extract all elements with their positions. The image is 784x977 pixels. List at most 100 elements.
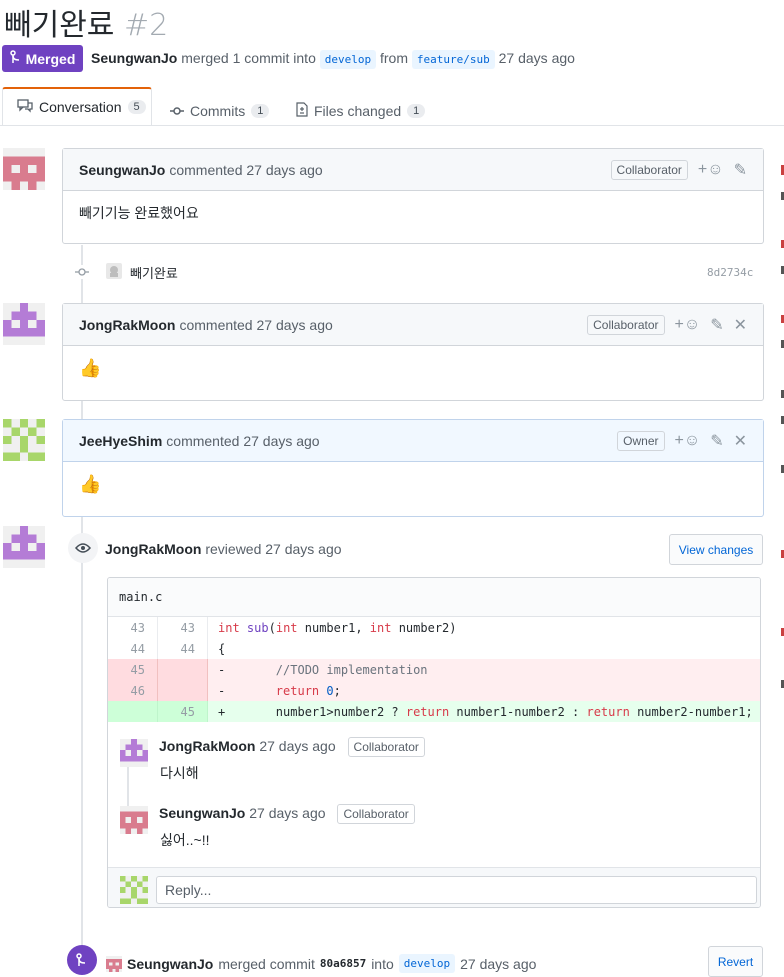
diff-table: 43 43 int sub(int number1, int number2) … <box>108 617 760 722</box>
file-name[interactable]: main.c <box>119 590 162 604</box>
thread-line <box>127 765 129 810</box>
merge-icon <box>67 945 97 975</box>
add-reaction-icon[interactable]: +☺ <box>675 432 701 450</box>
merge-text: merged commit <box>218 955 315 972</box>
pr-number: #2 <box>123 8 169 43</box>
comment-body: 👍 <box>79 474 102 494</box>
review-replies: JongRakMoon 27 days ago Collaborator 다시해… <box>108 722 760 867</box>
new-line-number[interactable]: 45 <box>158 701 208 722</box>
comment-author[interactable]: JongRakMoon <box>79 317 175 333</box>
edit-icon[interactable]: ✎ <box>710 431 723 451</box>
comment-author[interactable]: JeeHyeShim <box>79 433 162 449</box>
comment-meta: commented 27 days ago <box>179 316 333 333</box>
edit-icon[interactable]: ✎ <box>710 315 723 335</box>
diff-row: 44 44 { <box>108 638 760 659</box>
comment-header: JongRakMoon commented 27 days ago Collab… <box>63 304 763 346</box>
close-icon[interactable]: ✕ <box>734 315 747 335</box>
avatar-jongrakmoon[interactable] <box>3 526 45 571</box>
merge-icon <box>9 50 22 67</box>
avatar-seungwanjo[interactable] <box>3 148 45 193</box>
pr-time: 27 days ago <box>498 50 575 66</box>
role-badge: Owner <box>617 430 665 451</box>
merge-event: SeungwanJo merged commit 80a6857 into de… <box>106 954 536 973</box>
tab-label: Commits <box>190 103 246 119</box>
old-line-number[interactable]: 46 <box>108 680 158 701</box>
comment-2: JongRakMoon commented 27 days ago Collab… <box>62 303 764 401</box>
tab-label: Files changed <box>314 103 402 119</box>
reply-meta: 27 days ago <box>259 738 336 754</box>
diff-code: - //TODO implementation <box>218 662 428 677</box>
diff-code: - return 0; <box>218 683 341 698</box>
add-reaction-icon[interactable]: +☺ <box>675 316 701 334</box>
avatar-jongrakmoon[interactable] <box>3 303 45 348</box>
comment-body: 빼기기능 완료했어요 <box>79 205 199 221</box>
avatar-jongrakmoon[interactable] <box>120 739 148 770</box>
new-line-number[interactable] <box>158 659 208 680</box>
file-diff-icon <box>296 102 308 120</box>
edit-icon[interactable]: ✎ <box>734 160 747 180</box>
pr-author-link[interactable]: SeungwanJo <box>91 50 177 66</box>
new-line-number[interactable] <box>158 680 208 701</box>
revert-button[interactable]: Revert <box>708 946 763 977</box>
role-badge: Collaborator <box>337 804 415 824</box>
status-badge: Merged <box>2 45 83 72</box>
new-line-number[interactable]: 43 <box>158 617 208 638</box>
comment-meta: commented 27 days ago <box>166 432 320 449</box>
reply-input[interactable]: Reply... <box>156 876 757 904</box>
commit-sha[interactable]: 8d2734c <box>707 266 753 279</box>
into-text: into <box>371 955 394 972</box>
review-author[interactable]: JongRakMoon <box>105 541 201 557</box>
diff-code: int sub(int number1, int number2) <box>218 620 457 635</box>
close-icon[interactable]: ✕ <box>734 431 747 451</box>
reply-header: JongRakMoon 27 days ago Collaborator <box>159 737 425 757</box>
reply-body: 다시해 <box>160 765 199 781</box>
merge-branch[interactable]: develop <box>398 954 456 973</box>
base-branch[interactable]: develop <box>319 50 377 69</box>
comment-3: JeeHyeShim commented 27 days ago Owner +… <box>62 419 764 517</box>
from-text: from <box>380 50 408 66</box>
status-label: Merged <box>25 50 76 67</box>
old-line-number[interactable]: 45 <box>108 659 158 680</box>
diff-row-added: 45 + number1>number2 ? return number1-nu… <box>108 701 760 722</box>
diff-code: + number1>number2 ? return number1-numbe… <box>218 704 753 719</box>
pr-title: 빼기완료 <box>4 8 115 43</box>
old-line-number[interactable] <box>108 701 158 722</box>
page-title: 빼기완료 #2 <box>4 0 168 44</box>
diff-row: 43 43 int sub(int number1, int number2) <box>108 617 760 638</box>
reply-author[interactable]: SeungwanJo <box>159 805 245 821</box>
reply-header: SeungwanJo 27 days ago Collaborator <box>159 804 415 824</box>
pr-summary: SeungwanJo merged 1 commit into develop … <box>91 50 575 69</box>
old-line-number[interactable]: 44 <box>108 638 158 659</box>
avatar-seungwanjo[interactable] <box>120 806 148 837</box>
avatar-current-user <box>120 876 148 907</box>
comment-author[interactable]: SeungwanJo <box>79 162 165 178</box>
eye-icon <box>68 533 98 563</box>
head-branch[interactable]: feature/sub <box>411 50 495 69</box>
review-header: JongRakMoon reviewed 27 days ago <box>105 541 342 557</box>
role-badge: Collaborator <box>610 159 688 180</box>
comment-body: 👍 <box>79 358 102 378</box>
tab-conversation[interactable]: Conversation 5 <box>2 87 152 125</box>
merge-sha[interactable]: 80a6857 <box>320 957 366 970</box>
comment-discussion-icon <box>17 98 33 116</box>
github-avatar-icon <box>106 263 122 282</box>
summary-text: merged 1 commit into <box>181 50 316 66</box>
review-thread: main.c 43 43 int sub(int number1, int nu… <box>107 577 761 908</box>
tab-files-changed[interactable]: Files changed 1 <box>296 97 426 125</box>
role-badge: Collaborator <box>587 314 665 335</box>
add-reaction-icon[interactable]: +☺ <box>698 161 724 179</box>
avatar-jeehyeshim[interactable] <box>3 419 45 464</box>
reply-author[interactable]: JongRakMoon <box>159 738 255 754</box>
tab-commits[interactable]: Commits 1 <box>170 97 270 125</box>
new-line-number[interactable]: 44 <box>158 638 208 659</box>
comment-header: JeeHyeShim commented 27 days ago Owner +… <box>63 420 763 462</box>
commit-dot-icon <box>75 265 89 279</box>
commit-message[interactable]: 빼기완료 <box>130 263 178 282</box>
file-header: main.c <box>108 578 760 617</box>
role-badge: Collaborator <box>347 737 425 757</box>
tab-label: Conversation <box>39 99 122 115</box>
view-changes-button[interactable]: View changes <box>669 534 763 565</box>
old-line-number[interactable]: 43 <box>108 617 158 638</box>
avatar-seungwanjo[interactable] <box>106 955 122 972</box>
merge-author[interactable]: SeungwanJo <box>127 956 213 972</box>
